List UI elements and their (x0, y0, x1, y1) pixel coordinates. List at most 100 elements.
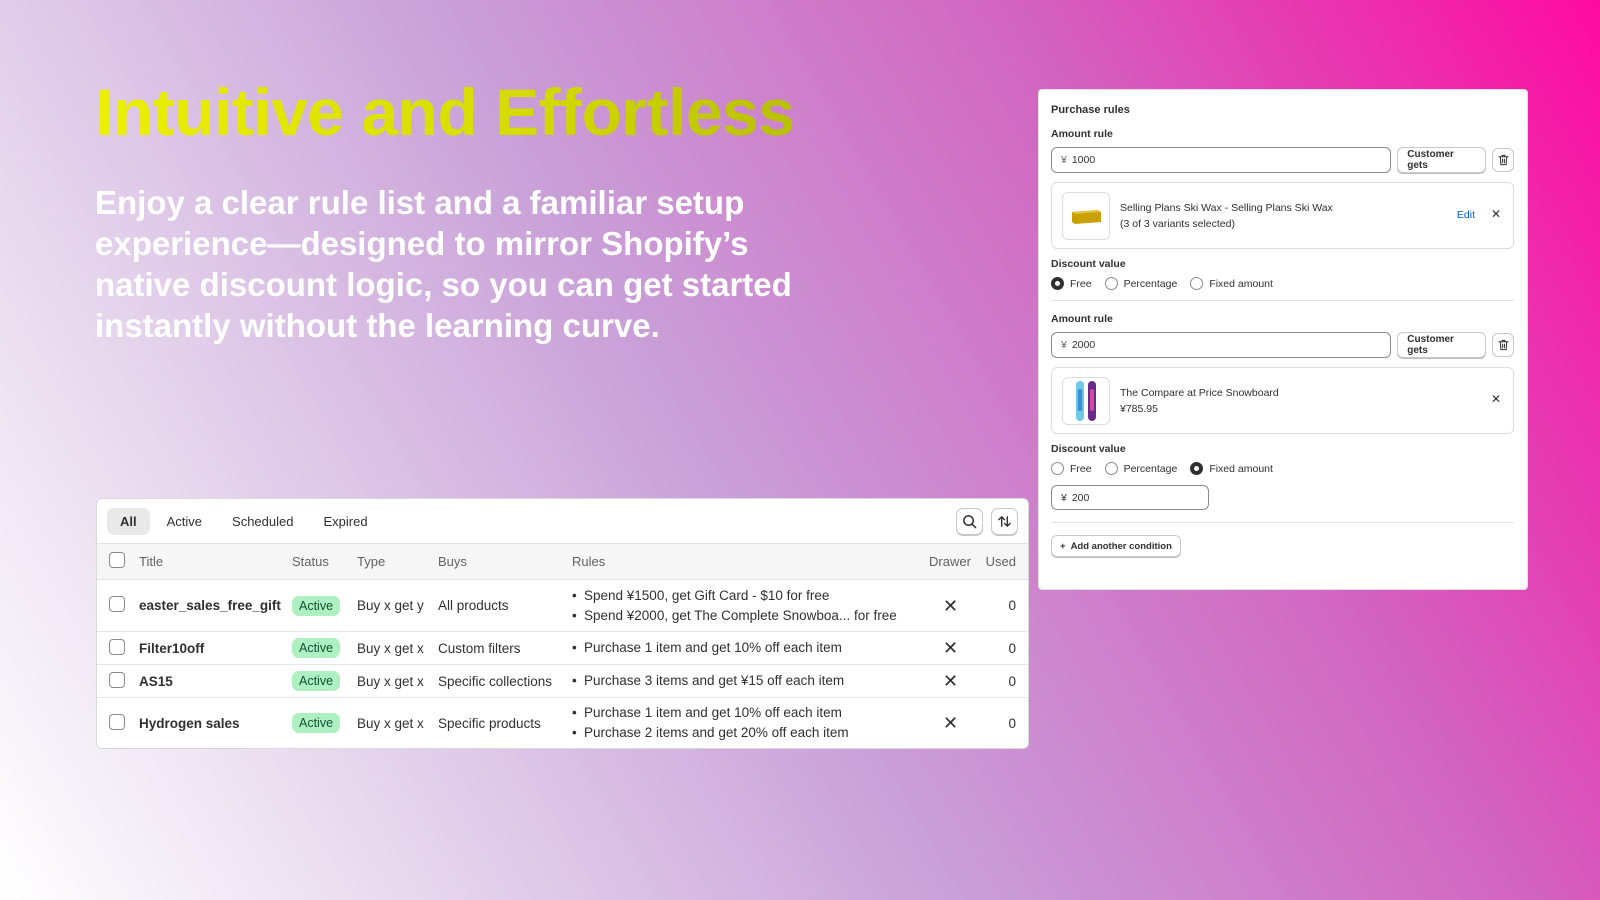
row-type: Buy x get x (357, 640, 424, 656)
radio-free[interactable]: Free (1051, 277, 1092, 290)
close-icon: ✕ (943, 595, 959, 616)
discount-value-label: Discount value (1051, 443, 1126, 455)
rule-item: Spend ¥1500, get Gift Card - $10 for fre… (572, 586, 929, 606)
fixed-amount-input[interactable]: ¥ 200 (1051, 485, 1209, 510)
fixed-amount-value: 200 (1071, 491, 1090, 504)
row-buys: All products (438, 598, 509, 613)
radio-percentage[interactable]: Percentage (1104, 277, 1177, 290)
tab-all[interactable]: All (107, 507, 150, 535)
select-all-checkbox[interactable] (109, 552, 125, 568)
status-badge: Active (292, 671, 341, 691)
product-name: The Compare at Price Snowboard (1120, 386, 1279, 399)
column-used[interactable]: Used (985, 544, 1028, 580)
radio-free[interactable]: Free (1051, 462, 1092, 475)
row-checkbox[interactable] (109, 713, 125, 730)
add-condition-button[interactable]: + Add another condition (1051, 535, 1181, 557)
search-button[interactable] (956, 508, 983, 535)
currency-symbol: ¥ (1061, 491, 1067, 504)
sort-icon (998, 516, 1011, 527)
row-type: Buy x get x (357, 673, 424, 689)
amount-rule-label: Amount rule (1051, 128, 1113, 140)
hero-title: Intuitive and Effortless (95, 75, 795, 149)
amount-rule-input[interactable]: ¥ 1000 (1051, 147, 1392, 173)
plus-icon: + (1060, 540, 1066, 552)
row-rules: Purchase 3 items and get ¥15 off each it… (572, 671, 929, 691)
edit-link[interactable]: Edit (1457, 209, 1475, 221)
amount-rule-input[interactable]: ¥ 2000 (1051, 332, 1392, 358)
purchase-rules-title: Purchase rules (1051, 104, 1130, 116)
amount-value: 1000 (1071, 154, 1096, 166)
hero-subtitle: Enjoy a clear rule list and a familiar s… (95, 184, 792, 344)
delete-rule-button[interactable] (1492, 333, 1514, 357)
currency-symbol: ¥ (1061, 339, 1067, 351)
table-row[interactable]: Filter10off Active Buy x get x Custom fi… (97, 632, 1028, 665)
row-buys: Specific collections (438, 673, 553, 689)
row-buys: Specific products (438, 715, 541, 731)
purchase-rules-panel: Purchase rules Amount rule ¥ 1000 Custom… (1038, 89, 1528, 590)
row-title[interactable]: easter_sales_free_gift (139, 580, 292, 632)
table-row[interactable]: AS15 Active Buy x get x Specific collect… (97, 665, 1028, 698)
row-used: 0 (1008, 715, 1016, 731)
trash-icon (1498, 339, 1509, 351)
column-rules[interactable]: Rules (572, 544, 929, 580)
row-title[interactable]: Hydrogen sales (139, 698, 292, 749)
discount-table: Title Status Type Buys Rules Drawer Used… (97, 543, 1028, 749)
row-rules: Purchase 1 item and get 10% off each ite… (572, 703, 929, 743)
rule-item: Spend ¥2000, get The Complete Snowboa...… (572, 606, 929, 626)
radio-percentage[interactable]: Percentage (1104, 462, 1177, 475)
column-title[interactable]: Title (139, 544, 292, 580)
customer-gets-button[interactable]: Customer gets (1397, 332, 1487, 358)
delete-rule-button[interactable] (1492, 148, 1514, 172)
row-type: Buy x get x (357, 715, 424, 731)
close-icon: ✕ (943, 713, 959, 734)
rule-item: Purchase 2 items and get 20% off each it… (572, 723, 929, 743)
discount-list-panel: All Active Scheduled Expired Title Statu… (96, 498, 1029, 749)
row-buys: Custom filters (438, 640, 521, 656)
tab-active[interactable]: Active (154, 508, 215, 535)
tab-expired[interactable]: Expired (310, 508, 380, 535)
trash-icon (1498, 154, 1509, 166)
table-row[interactable]: Hydrogen sales Active Buy x get x Specif… (97, 698, 1028, 749)
amount-rule-label: Amount rule (1051, 313, 1113, 325)
tab-scheduled[interactable]: Scheduled (219, 508, 306, 535)
row-rules: Purchase 1 item and get 10% off each ite… (572, 638, 929, 658)
product-thumbnail (1062, 376, 1110, 425)
product-price: ¥785.95 (1120, 402, 1158, 415)
sort-button[interactable] (991, 508, 1018, 535)
rule-item: Purchase 1 item and get 10% off each ite… (572, 703, 929, 723)
close-icon[interactable]: ✕ (1491, 207, 1501, 221)
close-icon[interactable]: ✕ (1491, 392, 1501, 406)
status-badge: Active (292, 713, 341, 734)
divider (1051, 522, 1514, 523)
column-status[interactable]: Status (292, 544, 357, 580)
status-badge: Active (292, 638, 341, 658)
ski-wax-image (1072, 209, 1101, 224)
row-title[interactable]: Filter10off (139, 632, 292, 665)
divider (1051, 300, 1514, 301)
row-type: Buy x get y (357, 598, 424, 613)
close-icon: ✕ (943, 638, 959, 658)
snowboard-image (1076, 380, 1096, 421)
row-rules: Spend ¥1500, get Gift Card - $10 for fre… (572, 586, 929, 626)
discount-value-label: Discount value (1051, 258, 1126, 270)
currency-symbol: ¥ (1061, 154, 1067, 166)
rule-item: Purchase 1 item and get 10% off each ite… (572, 638, 929, 658)
radio-fixed-amount[interactable]: Fixed amount (1190, 462, 1273, 475)
table-row[interactable]: easter_sales_free_gift Active Buy x get … (97, 580, 1028, 632)
row-checkbox[interactable] (109, 596, 125, 612)
product-card: Selling Plans Ski Wax - Selling Plans Sk… (1051, 182, 1514, 249)
row-used: 0 (1008, 673, 1016, 689)
row-title[interactable]: AS15 (139, 665, 292, 698)
customer-gets-button[interactable]: Customer gets (1397, 147, 1487, 173)
row-checkbox[interactable] (109, 638, 125, 655)
status-badge: Active (292, 595, 341, 616)
column-type[interactable]: Type (357, 544, 438, 580)
close-icon: ✕ (943, 671, 959, 691)
column-drawer[interactable]: Drawer (929, 544, 985, 580)
amount-value: 2000 (1071, 339, 1096, 351)
radio-fixed-amount[interactable]: Fixed amount (1190, 277, 1273, 290)
filter-tabs: All Active Scheduled Expired (97, 499, 1028, 543)
row-checkbox[interactable] (109, 671, 125, 688)
product-thumbnail (1062, 191, 1110, 240)
column-buys[interactable]: Buys (438, 544, 572, 580)
